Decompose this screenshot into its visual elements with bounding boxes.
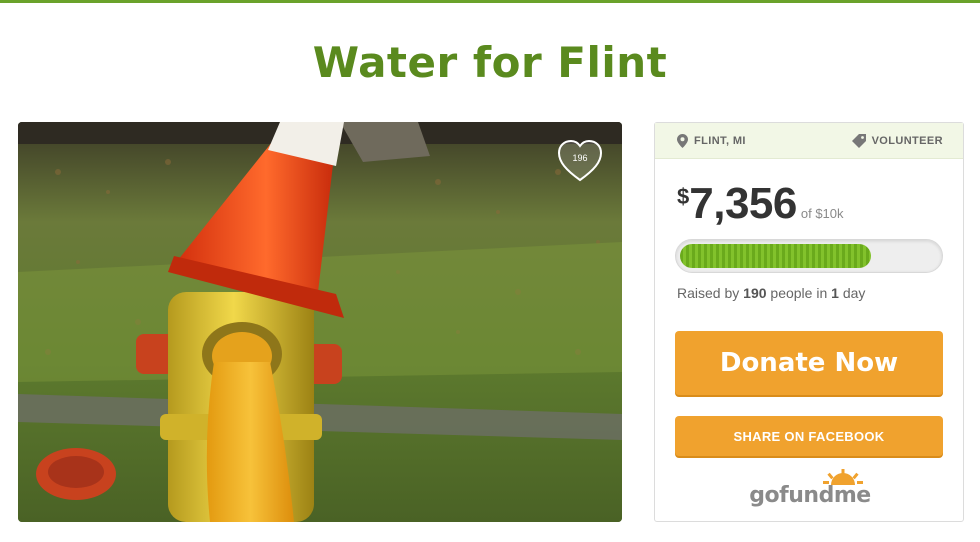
location-link[interactable]: FLINT, MI xyxy=(677,133,746,148)
amount-raised: $ 7,356 of $10k xyxy=(677,179,844,229)
tag-icon xyxy=(851,133,866,148)
progress-fill xyxy=(680,244,871,268)
people-count: 190 xyxy=(743,285,767,301)
donation-card: FLINT, MI VOLUNTEER $ 7,356 of $10k Rais… xyxy=(654,122,964,522)
logo-go: go xyxy=(749,483,780,508)
people-mid: people in xyxy=(770,285,828,301)
like-heart-button[interactable]: 196 xyxy=(556,138,604,184)
progress-bar xyxy=(675,239,943,273)
amount-value: 7,356 xyxy=(689,179,797,228)
card-header: FLINT, MI VOLUNTEER xyxy=(655,123,963,159)
raised-by-text: Raised by 190 people in 1 day xyxy=(677,285,865,301)
donate-now-button[interactable]: Donate Now xyxy=(675,331,943,395)
location-pin-icon xyxy=(677,133,688,148)
goal-text: of $10k xyxy=(800,206,844,221)
days-suffix: day xyxy=(842,285,866,301)
logo-fund: fund xyxy=(779,483,834,508)
campaign-title: Water for Flint xyxy=(312,38,668,87)
gofundme-wordmark: gofundme xyxy=(743,483,877,508)
like-count: 196 xyxy=(572,153,588,163)
top-accent-bar xyxy=(0,0,980,3)
category-label: VOLUNTEER xyxy=(871,134,943,147)
share-on-facebook-button[interactable]: SHARE ON FACEBOOK xyxy=(675,416,943,456)
days-count: 1 xyxy=(831,285,839,301)
category-link[interactable]: VOLUNTEER xyxy=(851,133,943,148)
hydrant-photo-illustration xyxy=(18,122,622,522)
currency-symbol: $ xyxy=(677,184,690,209)
raised-prefix: Raised by xyxy=(677,285,740,301)
gofundme-logo[interactable]: gofundme xyxy=(743,469,877,513)
campaign-photo[interactable] xyxy=(18,122,622,522)
logo-me: me xyxy=(833,483,871,508)
location-label: FLINT, MI xyxy=(694,134,746,147)
